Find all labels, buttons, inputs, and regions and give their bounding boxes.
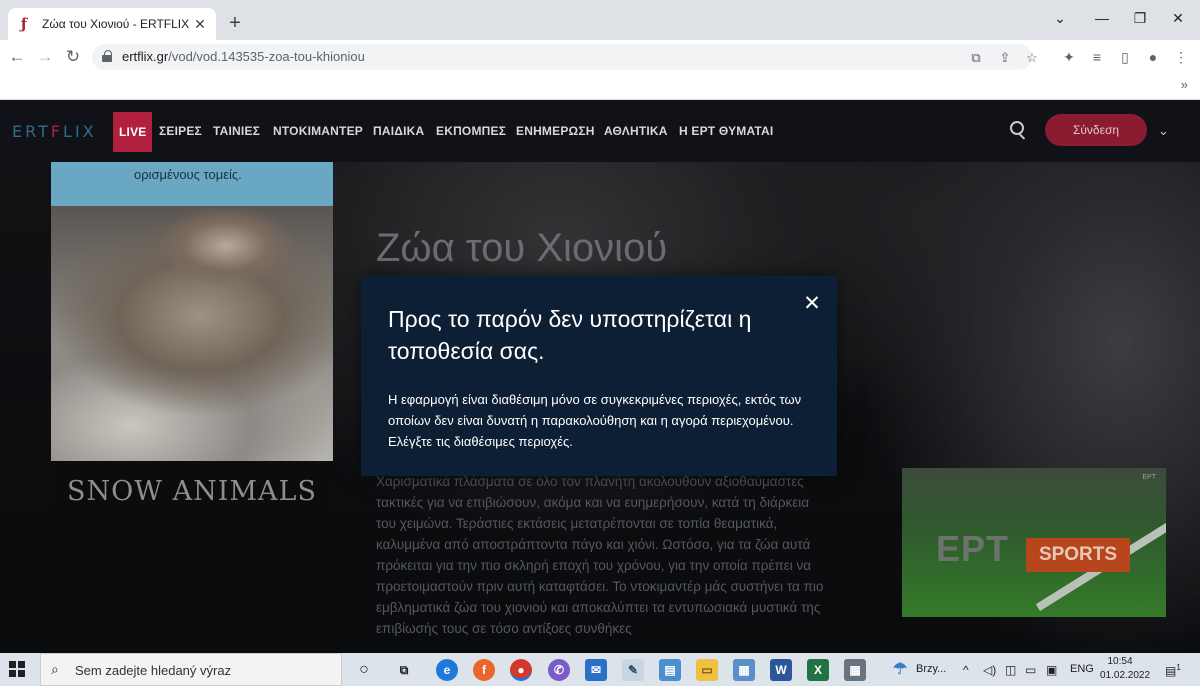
logo-part-f: F bbox=[50, 122, 64, 141]
cortana-icon[interactable]: ○ bbox=[353, 659, 375, 681]
nav-item-ert-remembers[interactable]: Η ΕΡΤ ΘΥΜΑΤΑΙ bbox=[679, 101, 773, 162]
nav-item-news[interactable]: ΕΝΗΜΕΡΩΣΗ bbox=[516, 101, 595, 162]
battery-icon[interactable]: ▭ bbox=[1025, 663, 1036, 677]
taskbar-clock[interactable]: 10:54 01.02.2022 bbox=[1100, 655, 1151, 683]
nav-item-movies[interactable]: ΤΑΙΝΙΕΣ bbox=[213, 101, 260, 162]
language-indicator[interactable]: ENG bbox=[1070, 663, 1094, 675]
taskbar-search-placeholder: Sem zadejte hledaný výraz bbox=[75, 663, 232, 678]
clock-time: 10:54 bbox=[1107, 656, 1133, 667]
logo-part-ert: ERT bbox=[12, 122, 51, 141]
share-icon[interactable]: ⇪ bbox=[997, 50, 1013, 66]
location-not-supported-dialog: ✕ Προς το παρόν δεν υποστηρίζεται η τοπο… bbox=[361, 276, 837, 476]
ertflix-favicon-icon: ƒ bbox=[20, 15, 28, 33]
paint-icon[interactable]: ✎ bbox=[622, 659, 644, 681]
dialog-title: Προς το παρόν δεν υποστηρίζεται η τοποθε… bbox=[388, 306, 752, 364]
document-viewer-icon[interactable]: ▦ bbox=[733, 659, 755, 681]
network-icon[interactable]: ▣ bbox=[1046, 663, 1057, 677]
url-path: /vod/vod.143535-zoa-tou-khioniou bbox=[168, 49, 365, 64]
viber-icon[interactable]: ✆ bbox=[548, 659, 570, 681]
thumb-ert-logo: ΕΡΤ bbox=[936, 528, 1010, 569]
weather-umbrella-icon[interactable]: ☂ bbox=[889, 659, 911, 681]
reload-icon[interactable]: ↻ bbox=[62, 46, 84, 68]
weather-label[interactable]: Brzy... bbox=[916, 663, 946, 675]
chrome-icon[interactable]: ● bbox=[510, 659, 532, 681]
minimize-window-icon[interactable]: — bbox=[1090, 10, 1114, 26]
url-text: ertflix.gr/vod/vod.143535-zoa-tou-khioni… bbox=[122, 49, 365, 64]
tab-search-icon[interactable]: ⌄ bbox=[1048, 10, 1072, 27]
speaker-icon[interactable]: ◁) bbox=[983, 663, 996, 677]
vpn-icon[interactable]: ◫ bbox=[1005, 663, 1016, 677]
nav-item-kids[interactable]: ΠΑΙΔΙΚΑ bbox=[373, 101, 424, 162]
excel-icon[interactable]: X bbox=[807, 659, 829, 681]
bookmark-star-icon[interactable]: ☆ bbox=[1024, 50, 1040, 66]
nav-item-sports[interactable]: ΑΘΛΗΤΙΚΑ bbox=[604, 101, 668, 162]
ertflix-page: ERTFLIX LIVE ΣΕΙΡΕΣ ΤΑΙΝΙΕΣ ΝΤΟΚΙΜΑΝΤΕΡ … bbox=[0, 101, 1200, 653]
windows-start-icon[interactable] bbox=[9, 661, 25, 677]
tray-expand-icon[interactable]: ^ bbox=[963, 663, 969, 677]
reading-list-icon[interactable]: ≡ bbox=[1088, 49, 1106, 65]
close-window-icon[interactable]: ✕ bbox=[1166, 10, 1190, 27]
back-arrow-icon[interactable]: ← bbox=[6, 46, 28, 68]
task-view-icon[interactable]: ⧉ bbox=[393, 659, 415, 681]
ertflix-logo[interactable]: ERTFLIX bbox=[12, 122, 97, 141]
notepad-icon[interactable]: ▤ bbox=[659, 659, 681, 681]
browser-menu-icon[interactable]: ⋮ bbox=[1172, 49, 1190, 66]
mail-icon[interactable]: ✉ bbox=[585, 659, 607, 681]
taskbar-search-box[interactable]: ⌕ Sem zadejte hledaný výraz bbox=[40, 653, 342, 686]
search-icon: ⌕ bbox=[51, 661, 59, 677]
word-icon[interactable]: W bbox=[770, 659, 792, 681]
login-button[interactable]: Σύνδεση bbox=[1045, 114, 1147, 146]
browser-tab-strip: ƒ Ζώα του Χιονιού - ERTFLIX ✕ + ⌄ — ❐ ✕ bbox=[0, 0, 1200, 40]
browser-tab[interactable]: ƒ Ζώα του Χιονιού - ERTFLIX ✕ bbox=[8, 8, 216, 40]
nav-item-live[interactable]: LIVE bbox=[113, 112, 153, 152]
calculator-icon[interactable]: ▦ bbox=[844, 659, 866, 681]
thumb-sports-badge: SPORTS bbox=[1026, 538, 1130, 572]
poster-caption: ορισμένους τομείς. bbox=[134, 167, 242, 182]
ert-sports-thumbnail[interactable]: ΕΡΤ SPORTS ΕΡΤ bbox=[902, 468, 1166, 617]
logo-part-lix: LIX bbox=[63, 122, 97, 141]
poster-title: SNOW ANIMALS bbox=[51, 461, 333, 523]
restore-window-icon[interactable]: ❐ bbox=[1128, 10, 1152, 27]
firefox-icon[interactable]: f bbox=[473, 659, 495, 681]
dialog-message: Η εφαρμογή είναι διαθέσιμη μόνο σε συγκε… bbox=[388, 392, 802, 449]
notifications-icon[interactable]: ▤1 bbox=[1165, 663, 1181, 678]
edge-icon[interactable]: e bbox=[436, 659, 458, 681]
file-explorer-icon[interactable]: ▭ bbox=[696, 659, 718, 681]
site-navbar: ERTFLIX LIVE ΣΕΙΡΕΣ ΤΑΙΝΙΕΣ ΝΤΟΚΙΜΑΝΤΕΡ … bbox=[0, 101, 1200, 162]
poster: ορισμένους τομείς. SNOW ANIMALS bbox=[51, 162, 333, 523]
forward-arrow-icon[interactable]: → bbox=[34, 46, 56, 68]
snow-leopard-image bbox=[51, 206, 333, 461]
page-title: Ζώα του Χιονιού bbox=[376, 226, 668, 270]
windows-taskbar: ⌕ Sem zadejte hledaný výraz ○ ⧉ e f ● ✆ … bbox=[0, 653, 1200, 686]
search-icon[interactable] bbox=[1010, 121, 1028, 139]
nav-item-shows[interactable]: ΕΚΠΟΜΠΕΣ bbox=[436, 101, 506, 162]
lock-icon[interactable] bbox=[102, 50, 112, 62]
chevron-down-icon[interactable]: ⌄ bbox=[1158, 123, 1169, 139]
tab-title: Ζώα του Χιονιού - ERTFLIX bbox=[42, 17, 190, 31]
translate-icon[interactable]: ⧉ bbox=[968, 50, 984, 66]
thumb-corner-logo: ΕΡΤ bbox=[1142, 474, 1156, 481]
nav-item-series[interactable]: ΣΕΙΡΕΣ bbox=[159, 101, 202, 162]
bookmarks-bar: » bbox=[0, 74, 1200, 100]
extensions-puzzle-icon[interactable]: ✦ bbox=[1060, 49, 1078, 66]
notification-count: 1 bbox=[1176, 663, 1181, 672]
poster-caption-band: ορισμένους τομείς. bbox=[51, 162, 333, 206]
bookmarks-overflow-icon[interactable]: » bbox=[1181, 77, 1188, 92]
url-domain: ertflix.gr bbox=[122, 49, 169, 64]
side-panel-icon[interactable]: ▯ bbox=[1116, 49, 1134, 66]
address-bar[interactable]: ertflix.gr/vod/vod.143535-zoa-tou-khioni… bbox=[92, 44, 1038, 70]
tab-close-icon[interactable]: ✕ bbox=[192, 16, 208, 33]
clock-date: 01.02.2022 bbox=[1100, 670, 1151, 681]
profile-avatar-icon[interactable]: ● bbox=[1144, 49, 1162, 65]
browser-toolbar: ← → ↻ ertflix.gr/vod/vod.143535-zoa-tou-… bbox=[0, 40, 1200, 74]
new-tab-button[interactable]: + bbox=[224, 12, 246, 34]
description: Χαρισματικά πλάσματα σε όλο τον πλανήτη … bbox=[376, 474, 824, 636]
nav-item-documentaries[interactable]: ΝΤΟΚΙΜΑΝΤΕΡ bbox=[273, 101, 363, 162]
